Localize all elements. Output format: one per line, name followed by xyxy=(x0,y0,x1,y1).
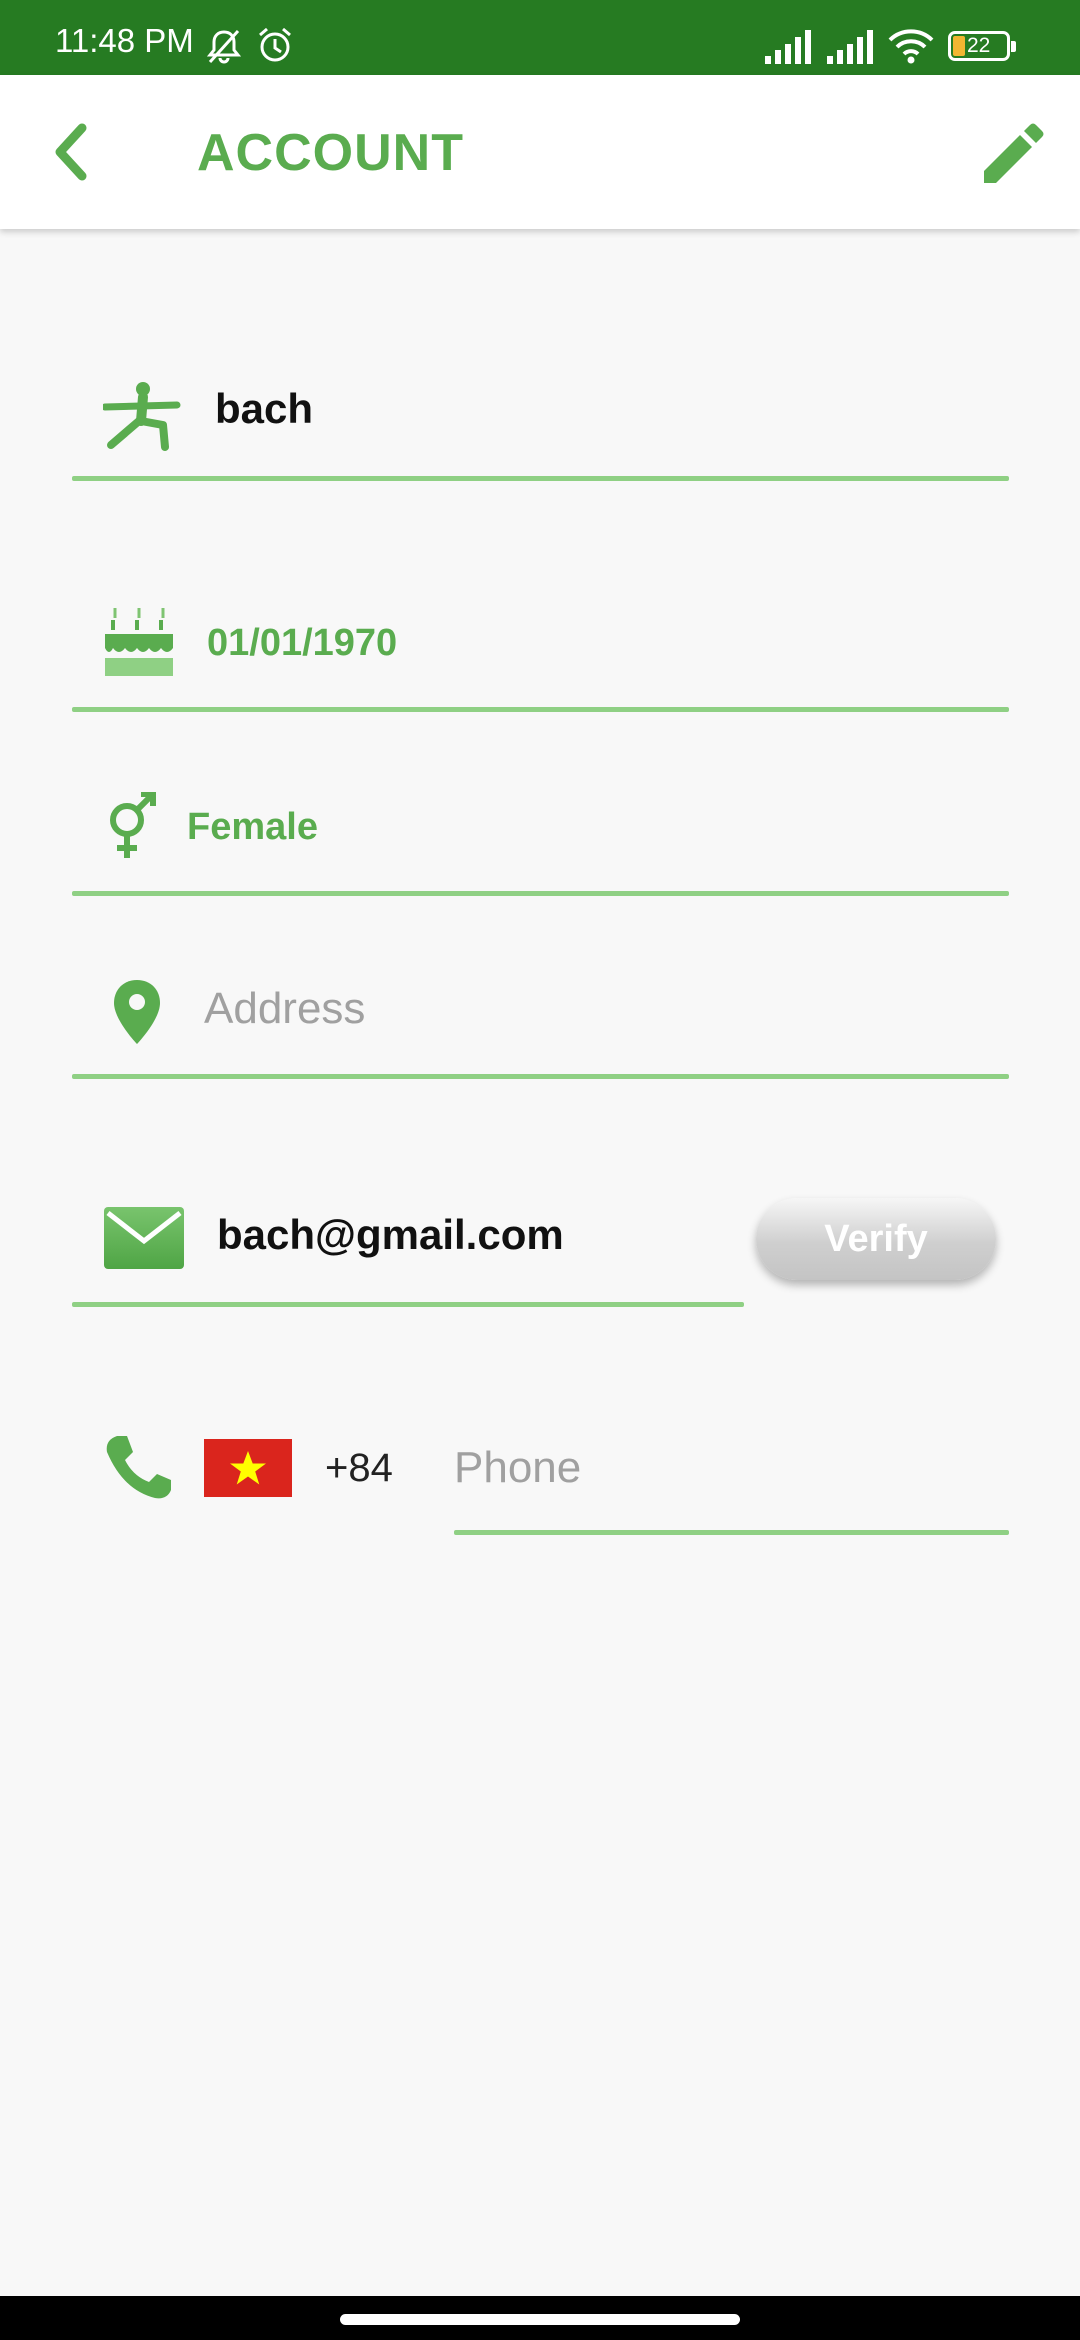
name-underline xyxy=(72,476,1009,481)
app-bar: ACCOUNT xyxy=(0,75,1080,229)
wifi-icon xyxy=(888,29,934,64)
signal-icon xyxy=(827,30,873,64)
pencil-icon[interactable] xyxy=(978,119,1048,189)
email-value[interactable]: bach@gmail.com xyxy=(217,1214,564,1256)
vietnam-flag-icon[interactable] xyxy=(204,1439,292,1497)
phone-icon xyxy=(106,1436,171,1499)
status-bar: 11:48 PM 22 xyxy=(0,0,1080,75)
gender-icon xyxy=(110,792,156,858)
address-input[interactable]: Address xyxy=(204,987,365,1031)
home-indicator[interactable] xyxy=(340,2314,740,2325)
birthday-value[interactable]: 01/01/1970 xyxy=(207,624,397,662)
country-code[interactable]: +84 xyxy=(325,1448,393,1488)
mail-icon xyxy=(104,1207,184,1269)
birthday-cake-icon xyxy=(105,608,173,676)
birthday-underline xyxy=(72,707,1009,712)
gender-underline xyxy=(72,891,1009,896)
verify-button[interactable]: Verify xyxy=(756,1198,996,1280)
phone-input[interactable]: Phone xyxy=(454,1446,581,1490)
location-pin-icon xyxy=(114,980,160,1044)
email-underline xyxy=(72,1302,744,1307)
gender-value[interactable]: Female xyxy=(187,808,318,846)
battery-tip xyxy=(1011,41,1016,52)
person-stretch-icon xyxy=(103,382,181,451)
page-title: ACCOUNT xyxy=(197,124,464,182)
status-time: 11:48 PM xyxy=(55,22,194,59)
signal-icon xyxy=(765,30,811,64)
phone-underline xyxy=(454,1530,1009,1535)
name-value[interactable]: bach xyxy=(215,388,313,430)
alarm-icon xyxy=(259,27,291,62)
battery-level: 22 xyxy=(967,34,991,57)
address-underline xyxy=(72,1074,1009,1079)
bell-off-icon xyxy=(207,29,241,64)
battery-icon: 22 xyxy=(948,31,1010,61)
chevron-left-icon[interactable] xyxy=(48,122,96,182)
